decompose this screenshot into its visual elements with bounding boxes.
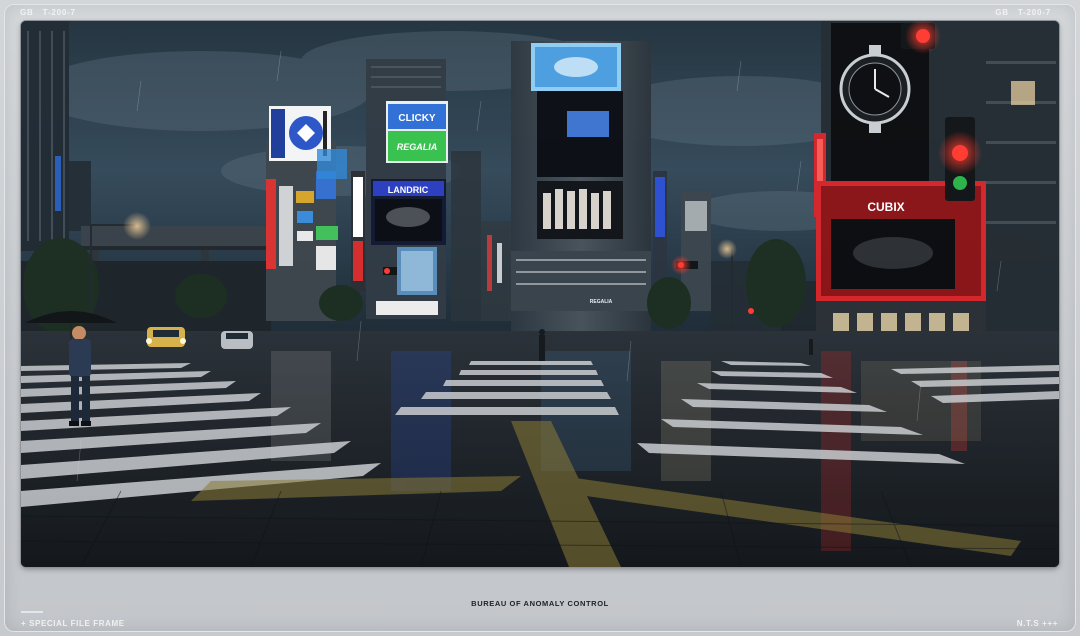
footer-right-label: N.T.S +++ (1017, 619, 1058, 628)
city-intersection-scene: CLICKY REGALIA LANDRIC REGALIA CUBIX (21, 21, 1059, 567)
footer-right-text: N.T.S (1016, 619, 1040, 628)
top-left-code-1: GB (20, 8, 34, 17)
top-right-code-1: GB (995, 8, 1009, 17)
top-right-code: GB T-200-7 (995, 8, 1060, 17)
footer-left-text: SPECIAL FILE FRAME (29, 619, 125, 628)
plus-icon: + (21, 619, 30, 628)
top-left-code-2: T-200-7 (42, 8, 76, 17)
top-right-code-2: T-200-7 (1017, 8, 1051, 17)
plus-icons: +++ (1039, 619, 1058, 628)
screen-frame: GB T-200-7 GB T-200-7 CLICKY REGALIA LAN… (0, 0, 1080, 636)
game-viewport[interactable]: CLICKY REGALIA LANDRIC REGALIA CUBIX (21, 21, 1059, 567)
footer-title: BUREAU OF ANOMALY CONTROL (471, 599, 609, 608)
footer-left-label: + SPECIAL FILE FRAME (21, 619, 125, 628)
top-left-code: GB T-200-7 (20, 8, 85, 17)
footer-rule (21, 611, 43, 613)
